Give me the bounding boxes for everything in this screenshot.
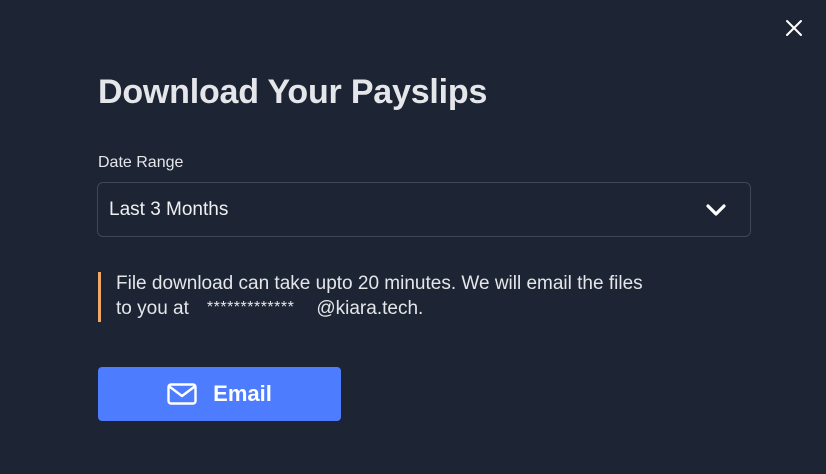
close-button[interactable] <box>780 14 808 42</box>
date-range-select[interactable]: Last 3 Months <box>97 182 751 237</box>
email-button-label: Email <box>213 381 272 406</box>
download-payslips-dialog: Download Your Payslips Date Range Last 3… <box>0 0 826 474</box>
masked-email: ************* <box>206 299 295 316</box>
date-range-selected-value: Last 3 Months <box>109 199 229 220</box>
download-notice: File download can take upto 20 minutes. … <box>98 272 768 322</box>
chevron-down-icon <box>706 204 726 216</box>
close-icon <box>786 20 802 36</box>
notice-prefix: to you at <box>116 298 189 319</box>
email-domain: @kiara.tech. <box>316 298 424 319</box>
email-button[interactable]: Email <box>98 367 341 421</box>
dialog-title: Download Your Payslips <box>98 73 488 111</box>
mail-icon <box>167 383 197 405</box>
date-range-label: Date Range <box>98 154 184 171</box>
notice-line-1: File download can take upto 20 minutes. … <box>116 273 643 294</box>
notice-line-2: to you at ************* @kiara.tech. <box>116 296 768 321</box>
